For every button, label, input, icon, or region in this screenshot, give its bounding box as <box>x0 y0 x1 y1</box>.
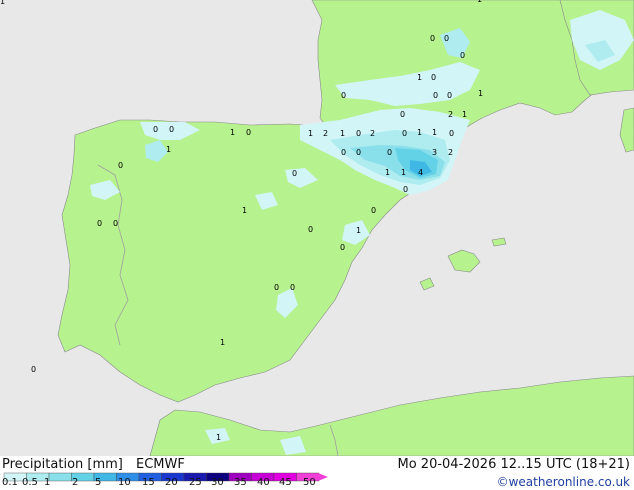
map-value: 0 <box>246 128 251 137</box>
map-value: 0 <box>356 148 361 157</box>
map-value: 0 <box>460 51 465 60</box>
map-value: 0 <box>402 129 407 138</box>
map-value: 0 <box>400 110 405 119</box>
scale-tick-label: 0.1 <box>2 477 18 488</box>
map-value: 0 <box>97 219 102 228</box>
scale-swatch <box>48 472 72 482</box>
map-value: 0 <box>340 243 345 252</box>
map-value: 0 <box>341 91 346 100</box>
map-value: 1 <box>478 89 483 98</box>
map-value: 0 <box>169 125 174 134</box>
scale-tick-label: 50 <box>303 477 316 488</box>
map-value: 2 <box>370 129 375 138</box>
map-value: 0 <box>290 283 295 292</box>
map-canvas: 1 1 1 1 1 1 1 1 1 1 1 1 1 1 1 1 1 2 2 2 … <box>0 0 634 457</box>
scale-tick-label: 5 <box>95 477 102 488</box>
scale-tick-label: 35 <box>234 477 247 488</box>
scale-tick-label: 1 <box>44 477 51 488</box>
map-value: 1 <box>230 128 235 137</box>
map-value: 0 <box>387 148 392 157</box>
map-value: 0 <box>371 206 376 215</box>
map-value: 1 <box>462 110 467 119</box>
legend-title: Precipitation [mm] <box>2 457 123 472</box>
credit-link[interactable]: ©weatheronline.co.uk <box>497 475 630 489</box>
scale-tick-label: 30 <box>211 477 224 488</box>
map-value: 1 <box>216 433 221 442</box>
map-value: 1 <box>308 129 313 138</box>
map-value: 2 <box>448 110 453 119</box>
map-value: 1 <box>220 338 225 347</box>
map-value: 1 <box>477 0 482 4</box>
map-value: 1 <box>166 145 171 154</box>
map-value: 0 <box>444 34 449 43</box>
map-value: 0 <box>113 219 118 228</box>
map-value: 0 <box>153 125 158 134</box>
map-value: 3 <box>432 148 437 157</box>
map-value: 2 <box>323 129 328 138</box>
map-value: 0 <box>433 91 438 100</box>
map-value: 1 <box>417 73 422 82</box>
map-value: 0 <box>447 91 452 100</box>
scale-tick-label: 10 <box>118 477 131 488</box>
map-value: 0 <box>403 185 408 194</box>
map-value: 0 <box>341 148 346 157</box>
scale-arrow-icon <box>318 473 328 481</box>
map-value: 4 <box>418 168 423 177</box>
color-swatches <box>3 472 320 482</box>
map-value: 1 <box>432 128 437 137</box>
map-value: 0 <box>292 169 297 178</box>
scale-tick-label: 20 <box>165 477 178 488</box>
map-value: 1 <box>417 128 422 137</box>
valid-time: Mo 20-04-2026 12..15 UTC (18+21) <box>397 457 631 472</box>
scale-tick-label: 0.5 <box>22 477 38 488</box>
map-value: 0 <box>274 283 279 292</box>
precipitation-map: 1 1 1 1 1 1 1 1 1 1 1 1 1 1 1 1 1 2 2 2 … <box>0 0 634 457</box>
map-value: 2 <box>448 148 453 157</box>
map-value: 0 <box>308 225 313 234</box>
legend-bar: Precipitation [mm] ECMWF Mo 20-04-2026 1… <box>0 456 634 490</box>
map-value: 1 <box>385 168 390 177</box>
scale-tick-label: 15 <box>142 477 155 488</box>
model-label: ECMWF <box>136 457 185 472</box>
map-value: 0 <box>449 129 454 138</box>
map-value: 1 <box>356 226 361 235</box>
scale-tick-label: 40 <box>257 477 270 488</box>
scale-tick-label: 25 <box>189 477 202 488</box>
map-value: 1 <box>340 129 345 138</box>
scale-tick-label: 45 <box>279 477 292 488</box>
map-value: 1 <box>0 0 5 6</box>
scale-tick-label: 2 <box>72 477 79 488</box>
map-value: 0 <box>356 129 361 138</box>
map-value: 0 <box>430 34 435 43</box>
map-value: 0 <box>31 365 36 374</box>
map-value: 0 <box>118 161 123 170</box>
map-value: 1 <box>242 206 247 215</box>
map-value: 0 <box>431 73 436 82</box>
map-value: 1 <box>401 168 406 177</box>
